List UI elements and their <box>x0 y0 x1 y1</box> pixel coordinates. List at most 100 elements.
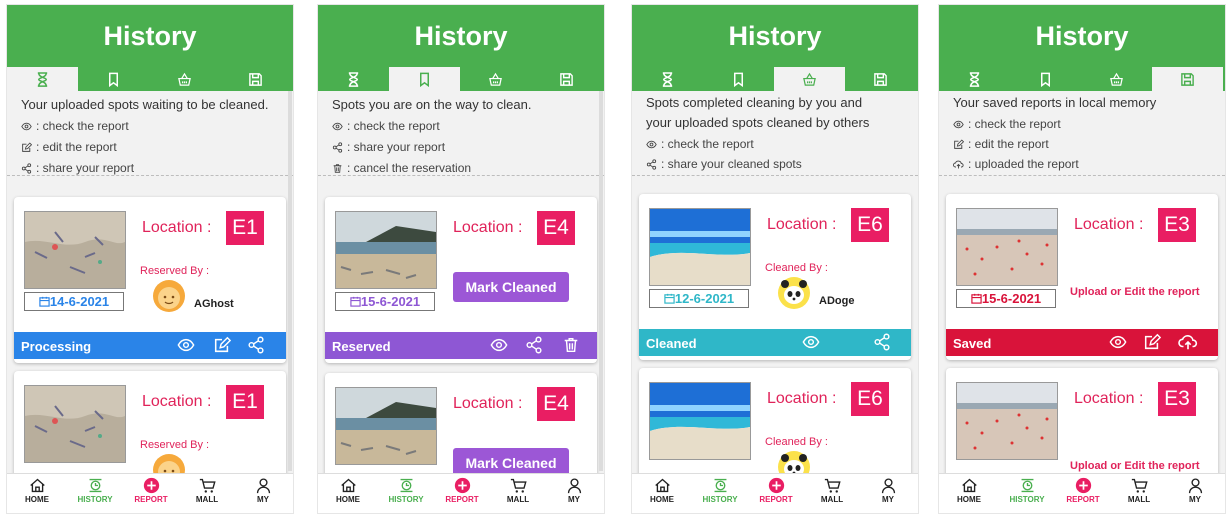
eye-icon[interactable] <box>1109 333 1127 351</box>
location-code: E6 <box>851 208 889 242</box>
location-code: E1 <box>226 211 264 245</box>
plus-icon <box>1075 477 1092 494</box>
tab-bar <box>7 67 293 91</box>
save-icon <box>873 72 888 87</box>
share-icon[interactable] <box>873 333 891 351</box>
info-description: Spots you are on the way to clean. <box>332 97 532 112</box>
nav-history[interactable]: HISTORY <box>999 477 1055 504</box>
status-bar: Reserved <box>325 332 597 359</box>
page-title: History <box>7 5 293 67</box>
tab-reserved[interactable] <box>78 67 149 91</box>
tab-saved[interactable] <box>1152 67 1223 91</box>
nav-home[interactable]: HOME <box>9 477 65 504</box>
nav-home[interactable]: HOME <box>320 477 376 504</box>
report-card[interactable]: 15-6-2021 Location : E4 Mark Cleaned Res… <box>325 197 597 363</box>
calendar-icon <box>664 293 675 304</box>
page-title: History <box>318 5 604 67</box>
status-badge: Processing <box>21 339 92 354</box>
reserved-by-label: Reserved By : <box>140 265 210 277</box>
info-description: Spots completed cleaning by you and <box>646 95 863 110</box>
tab-processing[interactable] <box>318 67 389 91</box>
tab-saved[interactable] <box>531 67 602 91</box>
calendar-icon <box>39 296 50 307</box>
report-card[interactable]: 14-6-2021 Location : E1 Reserved By : AG… <box>14 197 286 363</box>
bottom-nav: HOME HISTORY REPORT MALL MY <box>318 473 604 513</box>
edit-icon <box>21 142 32 153</box>
tab-cleaned[interactable] <box>774 67 845 91</box>
nav-report[interactable]: REPORT <box>748 477 804 504</box>
cart-icon <box>1131 477 1148 494</box>
info-description: Your uploaded spots waiting to be cleane… <box>21 97 269 112</box>
share-icon[interactable] <box>525 336 543 354</box>
report-date: 15-6-2021 <box>956 289 1056 308</box>
mark-cleaned-button[interactable]: Mark Cleaned <box>453 272 569 302</box>
tab-processing[interactable] <box>7 67 78 91</box>
nav-report[interactable]: REPORT <box>1055 477 1111 504</box>
bookmark-icon <box>731 72 746 87</box>
save-icon <box>559 72 574 87</box>
calendar-icon <box>971 293 982 304</box>
trash-icon[interactable] <box>562 336 580 354</box>
tab-reserved[interactable] <box>389 67 460 91</box>
tab-reserved[interactable] <box>1010 67 1081 91</box>
user-icon <box>255 477 272 494</box>
eye-icon[interactable] <box>177 336 195 354</box>
cart-icon <box>510 477 527 494</box>
tab-processing[interactable] <box>939 67 1010 91</box>
tab-cleaned[interactable] <box>1081 67 1152 91</box>
plus-icon <box>454 477 471 494</box>
spot-photo <box>956 208 1058 286</box>
scrollbar[interactable] <box>599 91 603 471</box>
info-legend: Spots completed cleaning by you and your… <box>632 91 918 176</box>
history-icon <box>398 477 415 494</box>
eye-icon[interactable] <box>802 333 820 351</box>
nav-mall[interactable]: MALL <box>490 477 546 504</box>
nav-mall[interactable]: MALL <box>1111 477 1167 504</box>
tab-saved[interactable] <box>220 67 291 91</box>
status-badge: Reserved <box>332 339 391 354</box>
location-code: E3 <box>1158 208 1196 242</box>
tab-cleaned[interactable] <box>149 67 220 91</box>
trash-icon <box>332 163 343 174</box>
nav-mall[interactable]: MALL <box>804 477 860 504</box>
nav-history[interactable]: HISTORY <box>67 477 123 504</box>
status-badge: Cleaned <box>646 336 697 351</box>
nav-home[interactable]: HOME <box>634 477 690 504</box>
hourglass-icon <box>660 72 675 87</box>
nav-my[interactable]: MY <box>1167 477 1223 504</box>
location-label: Location : <box>1074 216 1144 233</box>
nav-my[interactable]: MY <box>546 477 602 504</box>
scrollbar[interactable] <box>288 91 292 471</box>
report-date: 12-6-2021 <box>649 289 749 308</box>
share-icon[interactable] <box>247 336 265 354</box>
user-icon <box>1187 477 1204 494</box>
edit-icon[interactable] <box>1143 333 1161 351</box>
tab-processing[interactable] <box>632 67 703 91</box>
report-card[interactable]: 15-6-2021 Location : E3 Upload or Edit t… <box>946 194 1218 360</box>
nav-mall[interactable]: MALL <box>179 477 235 504</box>
tab-saved[interactable] <box>845 67 916 91</box>
upload-edit-link[interactable]: Upload or Edit the report <box>1070 286 1200 298</box>
nav-home[interactable]: HOME <box>941 477 997 504</box>
upload-edit-link[interactable]: Upload or Edit the report <box>1070 460 1200 472</box>
cloud-upload-icon[interactable] <box>1177 333 1199 351</box>
eye-icon <box>21 121 32 132</box>
nav-history[interactable]: HISTORY <box>378 477 434 504</box>
nav-my[interactable]: MY <box>860 477 916 504</box>
page-title: History <box>632 5 918 67</box>
nav-my[interactable]: MY <box>235 477 291 504</box>
location-label: Location : <box>767 390 837 407</box>
nav-report[interactable]: REPORT <box>123 477 179 504</box>
nav-history[interactable]: HISTORY <box>692 477 748 504</box>
report-card[interactable]: 12-6-2021 Location : E6 Cleaned By : ADo… <box>639 194 911 360</box>
panel-saved: History Your saved reports in local memo… <box>938 4 1226 514</box>
nav-report[interactable]: REPORT <box>434 477 490 504</box>
tab-reserved[interactable] <box>703 67 774 91</box>
tab-cleaned[interactable] <box>460 67 531 91</box>
eye-icon[interactable] <box>490 336 508 354</box>
location-label: Location : <box>142 219 212 236</box>
page-title: History <box>939 5 1225 67</box>
home-icon <box>961 477 978 494</box>
edit-icon[interactable] <box>213 336 231 354</box>
status-bar: Processing <box>14 332 286 359</box>
